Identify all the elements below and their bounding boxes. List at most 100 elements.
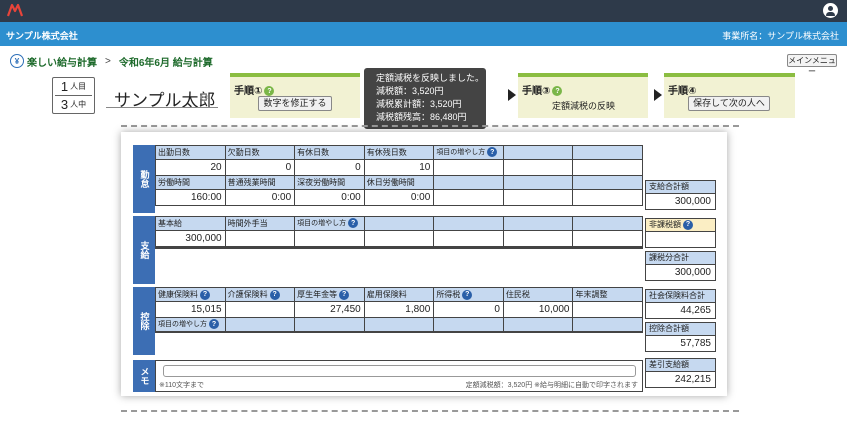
header-cell[interactable]: 項目の増やし方? — [156, 318, 226, 331]
add-items-link[interactable]: 項目の増やし方 — [297, 220, 346, 227]
pay-total-value: 300,000 — [645, 194, 716, 210]
edit-numbers-button[interactable]: 数字を修正する — [258, 96, 332, 111]
user-account-icon[interactable] — [823, 3, 838, 18]
header-cell — [225, 318, 296, 331]
value-cell[interactable] — [573, 231, 644, 246]
tooltip-line: 定額減税を反映しました。 — [376, 73, 485, 83]
office-name: 事業所名：サンプル株式会社 — [722, 31, 839, 41]
header-cell: 所得税? — [434, 288, 504, 301]
value-cell[interactable]: 0:00 — [225, 190, 296, 205]
help-icon[interactable]: ? — [200, 289, 210, 300]
total-employee-number: 3 — [60, 97, 69, 112]
help-icon[interactable]: ? — [339, 289, 350, 300]
help-icon[interactable]: ? — [269, 289, 280, 300]
tooltip-line: 減税額：3,520円 — [376, 86, 444, 96]
value-cell[interactable]: 10,000 — [503, 302, 574, 317]
value-row: 160:00 0:00 0:00 0:00 — [156, 190, 644, 206]
header-cell — [503, 217, 574, 230]
help-icon[interactable]: ? — [264, 86, 275, 97]
header-cell: 労働時間 — [156, 176, 226, 189]
header-cell: 深夜労働時間 — [295, 176, 365, 189]
header-cell: 欠勤日数 — [225, 146, 296, 159]
step-4: 手順④ 保存して次の人へ — [664, 73, 795, 118]
company-bar: サンプル株式会社 事業所名：サンプル株式会社 — [0, 22, 847, 46]
value-cell[interactable]: 27,450 — [295, 302, 365, 317]
memo-tax-note: 定額減税額：3,520円 ※給与明細に自動で印字されます — [465, 382, 638, 389]
nontax-box: 非課税額? — [645, 218, 716, 248]
header-cell: 健康保険料? — [156, 288, 226, 301]
value-cell[interactable]: 20 — [156, 160, 226, 175]
net-pay-box: 差引支給額 242,215 — [645, 358, 716, 388]
value-row: 300,000 — [156, 231, 644, 247]
value-cell[interactable]: 0:00 — [364, 190, 435, 205]
value-cell[interactable]: 10 — [364, 160, 435, 175]
value-cell[interactable] — [225, 302, 296, 317]
help-icon[interactable]: ? — [462, 289, 473, 300]
header-cell: 時間外手当 — [225, 217, 296, 230]
header-cell: 雇用保険料 — [364, 288, 435, 301]
top-bar — [0, 0, 847, 22]
value-cell[interactable]: 0:00 — [295, 190, 365, 205]
add-items-link[interactable]: 項目の増やし方 — [158, 321, 207, 328]
header-label: 介護保険料 — [227, 290, 268, 299]
header-row: 出勤日数 欠勤日数 有休日数 有休残日数 項目の増やし方? — [156, 146, 644, 160]
value-cell[interactable]: 15,015 — [156, 302, 226, 317]
value-row: 15,015 27,450 1,800 0 10,000 — [156, 302, 644, 318]
header-cell: 年末調整 — [573, 288, 644, 301]
pay-total-box: 支給合計額 300,000 — [645, 180, 716, 210]
value-cell[interactable] — [434, 190, 504, 205]
header-row: 項目の増やし方? — [156, 318, 644, 332]
header-cell: 住民税 — [503, 288, 574, 301]
memo-hint: ※110文字まで — [159, 382, 205, 389]
app-logo-icon[interactable] — [7, 3, 23, 17]
breadcrumb-separator: > — [105, 55, 111, 67]
help-icon[interactable]: ? — [683, 219, 693, 230]
value-cell[interactable]: 0 — [225, 160, 296, 175]
deduction-total-label: 控除合計額 — [645, 322, 716, 336]
value-cell[interactable]: 1,800 — [364, 302, 435, 317]
header-cell: 基本給 — [156, 217, 226, 230]
header-cell — [434, 176, 504, 189]
header-cell — [434, 318, 504, 331]
breadcrumb-app-link[interactable]: 楽しい給与計算 — [27, 54, 97, 69]
gear-icon[interactable]: ⚙ — [199, 91, 209, 104]
help-icon[interactable]: ? — [552, 86, 563, 97]
value-cell[interactable]: 0 — [434, 302, 504, 317]
save-next-button[interactable]: 保存して次の人へ — [688, 96, 770, 111]
value-cell[interactable]: 300,000 — [156, 231, 226, 246]
header-cell[interactable]: 項目の増やし方? — [434, 146, 504, 159]
header-cell[interactable]: 項目の増やし方? — [295, 217, 365, 230]
value-cell[interactable] — [573, 190, 644, 205]
section-attendance-label: 勤怠 — [133, 145, 155, 213]
section-label-text: メモ — [139, 367, 150, 385]
value-cell[interactable]: 0 — [295, 160, 365, 175]
value-cell[interactable] — [364, 231, 435, 246]
company-name: サンプル株式会社 — [6, 31, 78, 41]
value-cell[interactable] — [434, 231, 504, 246]
value-cell[interactable] — [225, 231, 296, 246]
help-icon[interactable]: ? — [209, 319, 219, 330]
add-items-link[interactable]: 項目の増やし方 — [436, 149, 485, 156]
help-icon[interactable]: ? — [348, 218, 359, 229]
section-label-text: 支給 — [139, 241, 150, 259]
help-icon[interactable]: ? — [487, 147, 498, 158]
value-cell[interactable] — [434, 160, 504, 175]
value-cell[interactable] — [573, 160, 644, 175]
value-cell[interactable] — [503, 231, 574, 246]
breadcrumb-page: 令和6年6月 給与計算 — [118, 57, 213, 69]
taxable-total-box: 課税分合計 300,000 — [645, 251, 716, 281]
taxable-total-value: 300,000 — [645, 265, 716, 281]
value-cell[interactable] — [503, 190, 574, 205]
header-row: 基本給 時間外手当 項目の増やし方? — [156, 217, 644, 231]
header-label: 厚生年金等 — [297, 290, 338, 299]
section-label-text: 勤怠 — [139, 170, 150, 188]
main-menu-button[interactable]: メインメニュー — [787, 54, 837, 76]
value-row: 20 0 0 10 — [156, 160, 644, 176]
divider — [121, 125, 739, 127]
deduction-total-box: 控除合計額 57,785 — [645, 322, 716, 352]
value-cell[interactable] — [295, 231, 365, 246]
value-cell[interactable] — [573, 302, 644, 317]
value-cell[interactable]: 160:00 — [156, 190, 226, 205]
memo-input[interactable] — [163, 365, 636, 377]
value-cell[interactable] — [503, 160, 574, 175]
